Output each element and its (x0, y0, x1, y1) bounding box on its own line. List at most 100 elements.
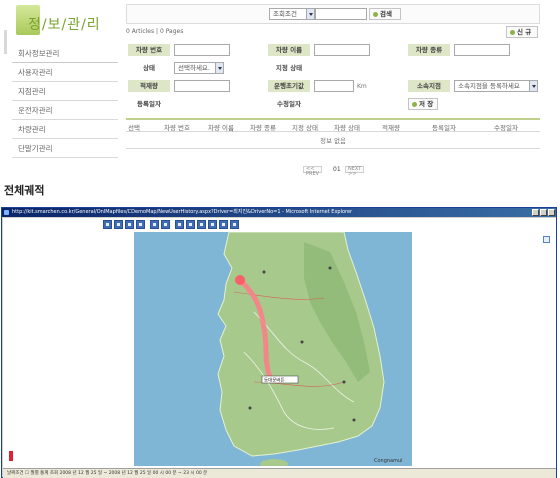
browser-title-bar: http://kit.smarchen.co.kr/General/OnlMap… (2, 208, 556, 217)
designated-status-label: 지정 상태 (275, 64, 303, 72)
col-vehicle-no: 차량 번호 (164, 124, 190, 132)
status-select[interactable]: 선택하세요. (174, 62, 224, 74)
sidebar-item-vehicles[interactable]: 차량관리 (12, 120, 118, 139)
prev-page-button[interactable]: << PREV (303, 166, 323, 177)
bullet-icon (412, 102, 417, 107)
map-tool-save-icon[interactable] (208, 220, 217, 229)
current-page[interactable]: 01 (333, 166, 341, 173)
form-row: 등록일자 수정일자 저 장 (126, 95, 540, 113)
sidebar-menu: 회사정보관리 사용자관리 지점관리 운전자관리 차량관리 단말기관리 (12, 44, 118, 158)
new-button-label: 신 규 (517, 28, 532, 36)
sidebar-item-branches[interactable]: 지점관리 (12, 82, 118, 101)
map-tool-prev-icon[interactable] (150, 220, 159, 229)
vehicle-type-input[interactable] (454, 44, 510, 56)
maximize-icon[interactable] (540, 209, 547, 216)
branch-select-value: 소속지점을 등록하세요 (458, 82, 520, 90)
map-tool-zoomin-icon[interactable] (114, 220, 123, 229)
search-button-label: 검색 (380, 10, 392, 18)
col-designated: 지정 상태 (292, 124, 318, 132)
browser-status-bar: 날짜조건 ☐ 월별 통계 조회 2008 년 12 월 25 일 ~ 2008 … (3, 468, 556, 478)
branch-label: 소속지점 (408, 80, 450, 92)
minimize-icon[interactable] (532, 209, 539, 216)
vehicle-no-input[interactable] (174, 44, 230, 56)
reg-date-label: 등록일자 (137, 100, 161, 108)
col-vehicle-name: 차량 이름 (208, 124, 234, 132)
payload-label: 적재량 (128, 80, 170, 92)
branch-select[interactable]: 소속지점을 등록하세요 (454, 80, 538, 92)
map-tool-print-icon[interactable] (197, 220, 206, 229)
compass-icon (9, 451, 13, 461)
next-page-button[interactable]: NEXT >> (345, 166, 365, 177)
map-expand-icon[interactable] (543, 236, 550, 243)
save-button[interactable]: 저 장 (408, 98, 438, 110)
map-tool-next-icon[interactable] (161, 220, 170, 229)
search-button[interactable]: 검색 (369, 8, 401, 20)
status-label: 상태 (143, 64, 155, 72)
sidebar-item-terminals[interactable]: 단말기관리 (12, 139, 118, 158)
sidebar: 정/보/관/리 회사정보관리 사용자관리 지점관리 운전자관리 차량관리 단말기… (0, 0, 122, 162)
new-button[interactable]: 신 규 (506, 26, 538, 38)
sidebar-accent-bar (4, 30, 7, 54)
col-reg-date: 등록일자 (432, 124, 456, 132)
city-dot (342, 380, 346, 384)
bullet-icon (510, 30, 515, 35)
sidebar-header: 정/보/관/리 (6, 4, 122, 38)
sidebar-item-drivers[interactable]: 운전자관리 (12, 101, 118, 120)
map-view[interactable]: 동대문버튼 Congnamul (134, 232, 412, 466)
vehicle-name-input[interactable] (314, 44, 370, 56)
sidebar-item-users[interactable]: 사용자관리 (12, 63, 118, 82)
col-vehicle-type: 차량 종류 (250, 124, 276, 132)
chevron-down-icon (215, 63, 223, 73)
odometer-unit: Km (357, 83, 367, 90)
browser-window: http://kit.smarchen.co.kr/General/OnlMap… (1, 207, 557, 478)
condition-select-value: 조회조건 (273, 10, 297, 18)
chevron-down-icon (306, 9, 314, 19)
form-row: 차량 번호 차량 이름 차량 종류 (126, 41, 540, 59)
korea-map: 동대문버튼 Congnamul (134, 232, 412, 466)
table-header: 선택 차량 번호 차량 이름 차량 종류 지정 상태 차량 상태 적재량 등록일… (126, 118, 540, 132)
mod-date-label: 수정일자 (277, 100, 301, 108)
chevron-down-icon (529, 81, 537, 91)
vehicle-no-label: 차량 번호 (128, 44, 170, 56)
form-row: 적재량 운행초기값 Km 소속지점 소속지점을 등록하세요 (126, 77, 540, 95)
bullet-icon (373, 12, 378, 17)
payload-input[interactable] (174, 80, 230, 92)
odometer-label: 운행초기값 (268, 80, 310, 92)
condition-select[interactable]: 조회조건 (269, 8, 315, 20)
close-icon[interactable] (548, 209, 555, 216)
table-empty-row: 정보 없음 (126, 133, 540, 149)
map-tool-area-icon[interactable] (186, 220, 195, 229)
city-dot (352, 418, 356, 422)
status-select-value: 선택하세요. (178, 64, 210, 72)
search-input[interactable] (315, 8, 367, 20)
map-tool-measure-icon[interactable] (175, 220, 184, 229)
sidebar-item-company[interactable]: 회사정보관리 (12, 44, 118, 63)
city-dot (300, 340, 304, 344)
map-tool-pan-icon[interactable] (103, 220, 112, 229)
odometer-input[interactable] (314, 80, 354, 92)
window-controls (531, 209, 555, 216)
map-tool-full-icon[interactable] (136, 220, 145, 229)
vehicle-form: 차량 번호 차량 이름 차량 종류 상태 선택하세요. 지정 상태 적재량 운행… (126, 41, 540, 113)
map-tool-refresh-icon[interactable] (230, 220, 239, 229)
sidebar-title: 정/보/관/리 (28, 17, 101, 33)
pages-count: 0 Pages (159, 28, 184, 35)
city-dot (262, 270, 266, 274)
city-dot (248, 406, 252, 410)
browser-title: http://kit.smarchen.co.kr/General/OnlMap… (12, 209, 353, 215)
map-brand: Congnamul (374, 458, 403, 464)
browser-content: 동대문버튼 Congnamul (3, 218, 556, 468)
route-start-marker (235, 275, 245, 285)
search-bar: 조회조건 검색 (126, 4, 540, 24)
map-tool-info-icon[interactable] (219, 220, 228, 229)
col-payload: 적재량 (382, 124, 400, 132)
map-label: 동대문버튼 (264, 377, 285, 384)
date-filter-text: 날짜조건 ☐ 월별 통계 조회 2008 년 12 월 25 일 ~ 2008 … (7, 471, 208, 476)
col-select: 선택 (128, 124, 140, 132)
articles-count: 0 Articles (126, 28, 155, 35)
vehicle-name-label: 차량 이름 (268, 44, 310, 56)
section-title: 전체궤적 (4, 184, 45, 197)
map-tool-zoomout-icon[interactable] (125, 220, 134, 229)
form-row: 상태 선택하세요. 지정 상태 (126, 59, 540, 77)
ie-icon (4, 210, 9, 215)
